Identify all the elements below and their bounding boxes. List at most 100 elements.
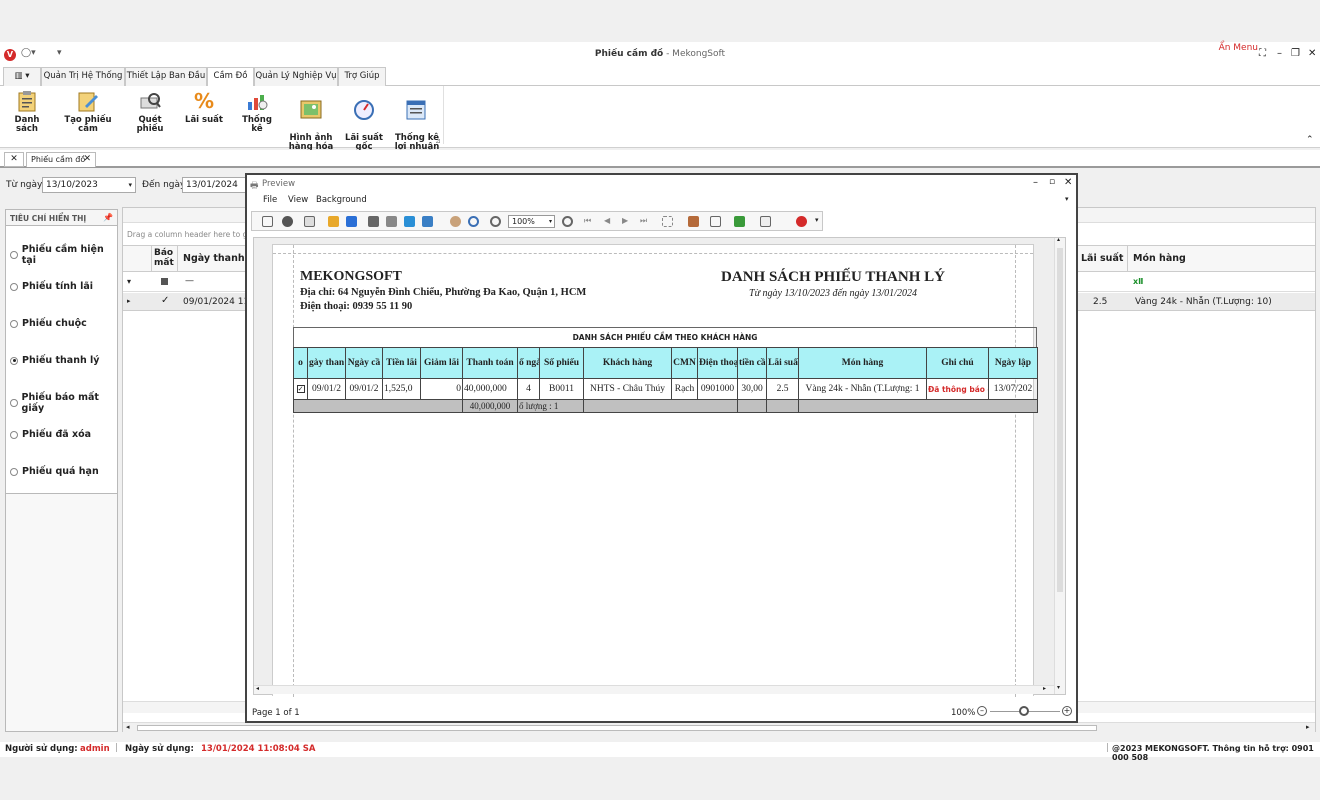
pin-icon[interactable]: 📌 (103, 213, 113, 222)
hide-menu-link[interactable]: Ẩn Menu (1219, 43, 1258, 53)
scale-icon[interactable] (422, 216, 433, 227)
scroll-left-icon[interactable]: ◂ (256, 685, 259, 692)
close-tab-icon[interactable]: ✕ (83, 153, 91, 166)
hand-tool-icon[interactable] (450, 216, 461, 227)
radio-icon[interactable] (10, 319, 18, 328)
option-phieu-da-xoa[interactable]: Phiếu đã xóa (10, 429, 91, 440)
scroll-thumb[interactable] (137, 725, 1097, 731)
col-ngay-thanh[interactable]: Ngày thanh l (183, 253, 251, 264)
maximize-icon[interactable]: ▫ (1049, 177, 1055, 187)
scroll-down-icon[interactable]: ▾ (1057, 684, 1060, 691)
col-bao-mat[interactable]: Báo mất (151, 246, 178, 272)
tab-phieu-cam-do[interactable]: Phiếu cầm đồ ✕ (26, 152, 96, 167)
close-icon[interactable]: ✕ (1308, 48, 1316, 59)
option-phieu-qua-han[interactable]: Phiếu quá hạn (10, 466, 99, 477)
from-date-input[interactable]: 13/10/2023 ▾ (42, 177, 136, 193)
option-phieu-tinh-lai[interactable]: Phiếu tính lãi (10, 281, 93, 292)
check-icon[interactable]: ✓ (161, 295, 169, 306)
horizontal-scrollbar[interactable]: ◂ ▸ (254, 685, 1054, 694)
option-phieu-cam-hien-tai[interactable]: Phiếu cầm hiện tại (10, 244, 117, 266)
radio-icon[interactable] (10, 430, 18, 439)
tab-cam-do[interactable]: Cầm Đồ (207, 67, 254, 87)
minimize-icon[interactable]: – (1033, 177, 1038, 188)
save-icon[interactable] (346, 216, 357, 227)
close-preview-icon[interactable] (796, 216, 807, 227)
page-info: Page 1 of 1 (252, 708, 300, 718)
edit-clipboard-icon (77, 90, 99, 112)
hinh-anh-button[interactable]: Hình ảnh hàng hóa (288, 90, 334, 152)
lai-suat-label: Lãi suất (185, 115, 223, 125)
lai-suat-button[interactable]: % Lãi suất (184, 90, 224, 125)
tab-quan-tri[interactable]: Quản Trị Hệ Thống (41, 67, 125, 86)
multiple-pages-icon[interactable] (662, 216, 673, 227)
export-icon[interactable] (734, 216, 745, 227)
menu-background[interactable]: Background (316, 195, 367, 205)
option-phieu-chuoc[interactable]: Phiếu chuộc (10, 318, 87, 329)
menu-overflow-icon[interactable]: ▾ (1065, 195, 1069, 203)
ribbon-expand-icon[interactable]: ⊿ (435, 137, 441, 145)
zoom-out-icon[interactable]: – (977, 706, 987, 716)
previous-page-icon[interactable]: ◀ (604, 216, 610, 225)
thong-ke-loi-nhuan-button[interactable]: Thống kê lợi nhuận (394, 90, 440, 152)
tao-phieu-cam-button[interactable]: Tạo phiếu cầm (58, 90, 118, 134)
toolbar-overflow-icon[interactable]: ▾ (815, 216, 819, 224)
first-page-icon[interactable]: ⏮ (584, 216, 591, 226)
next-page-icon[interactable]: ▶ (622, 216, 628, 225)
radio-icon[interactable] (10, 251, 18, 259)
minimize-icon[interactable]: – (1277, 48, 1282, 59)
document-map-icon[interactable] (262, 216, 273, 227)
radio-icon[interactable] (10, 282, 18, 291)
last-page-icon[interactable]: ⏭ (640, 216, 647, 226)
quet-phieu-button[interactable]: Quét phiếu (126, 90, 174, 134)
close-icon[interactable]: ✕ (1064, 177, 1072, 188)
collapse-ribbon-icon[interactable]: ⌃ (1306, 135, 1314, 145)
radio-selected-icon[interactable] (10, 356, 18, 365)
col-mon-hang[interactable]: Món hàng (1133, 253, 1186, 264)
menu-file[interactable]: File (263, 195, 277, 205)
zoom-slider-thumb[interactable] (1019, 706, 1029, 716)
scroll-up-icon[interactable]: ▴ (1057, 236, 1060, 243)
zoom-select[interactable]: 100% ▾ (508, 215, 555, 228)
image-icon (300, 99, 322, 121)
tab-quan-ly[interactable]: Quản Lý Nghiệp Vụ (254, 67, 338, 86)
fullscreen-icon[interactable]: ⛶ (1259, 48, 1266, 59)
thumbnails-icon[interactable] (304, 216, 315, 227)
quick-print-icon[interactable] (386, 216, 397, 227)
scroll-thumb[interactable] (1057, 248, 1063, 592)
zoom-in-icon[interactable] (562, 216, 573, 227)
watermark-icon[interactable] (710, 216, 721, 227)
tab-thiet-lap[interactable]: Thiết Lập Ban Đầu (125, 67, 207, 86)
page-setup-icon[interactable] (404, 216, 415, 227)
vertical-scrollbar[interactable]: ▴ ▾ (1054, 236, 1065, 694)
restore-icon[interactable]: ❐ (1291, 48, 1300, 59)
print-icon[interactable] (368, 216, 379, 227)
color-icon[interactable] (688, 216, 699, 227)
radio-icon[interactable] (10, 399, 18, 407)
app-menu-button[interactable]: ▥ ▾ (3, 67, 41, 86)
magnifier-icon[interactable] (468, 216, 479, 227)
email-icon[interactable] (760, 216, 771, 227)
col-lai-suat[interactable]: Lãi suất (1078, 246, 1128, 272)
display-criteria-panel: TIÊU CHÍ HIỂN THỊ 📌 Phiếu cầm hiện tại P… (5, 209, 118, 494)
scroll-right-icon[interactable]: ▸ (1043, 685, 1046, 692)
open-icon[interactable] (328, 216, 339, 227)
tab-tro-giup[interactable]: Trợ Giúp (338, 67, 386, 86)
close-all-tabs-icon[interactable]: ✕ (4, 152, 24, 167)
chevron-down-icon[interactable]: ▾ (128, 178, 132, 192)
zoom-out-icon[interactable] (490, 216, 501, 227)
thong-ke-button[interactable]: Thống kê (236, 90, 278, 134)
menu-view[interactable]: View (288, 195, 308, 205)
lai-suat-goc-button[interactable]: Lãi suất gốc (342, 90, 386, 152)
horizontal-scrollbar[interactable]: ◂ ▸ (123, 722, 1315, 732)
danh-sach-button[interactable]: Danh sách (4, 90, 50, 134)
scroll-right-icon[interactable]: ▸ (1306, 723, 1310, 731)
scroll-left-icon[interactable]: ◂ (126, 723, 130, 731)
radio-icon[interactable] (10, 467, 18, 476)
option-phieu-thanh-ly[interactable]: Phiếu thanh lý (10, 355, 100, 366)
zoom-in-icon[interactable]: + (1062, 706, 1072, 716)
to-date-input[interactable]: 13/01/2024 (182, 177, 246, 193)
option-phieu-bao-mat-giay[interactable]: Phiếu báo mất giấy (10, 392, 117, 414)
col-header: Ghi chú (926, 347, 989, 379)
filter-checkbox[interactable] (161, 278, 168, 285)
find-icon[interactable] (282, 216, 293, 227)
